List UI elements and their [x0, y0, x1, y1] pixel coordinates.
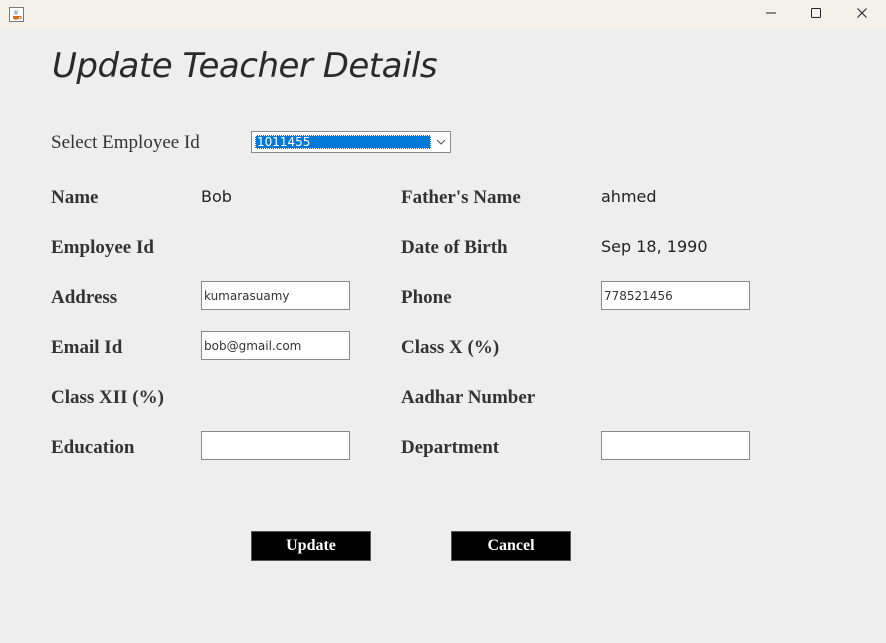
- education-input[interactable]: [201, 431, 350, 460]
- close-icon: [856, 6, 868, 24]
- phone-input[interactable]: [601, 281, 750, 310]
- maximize-button[interactable]: [793, 0, 839, 30]
- java-cup-icon: [9, 7, 24, 22]
- department-input[interactable]: [601, 431, 750, 460]
- dob-label: Date of Birth: [401, 237, 508, 258]
- dob-value: Sep 18, 1990: [601, 237, 708, 256]
- phone-label: Phone: [401, 287, 452, 308]
- aadhar-label: Aadhar Number: [401, 387, 536, 408]
- cancel-button[interactable]: Cancel: [451, 531, 571, 561]
- update-button[interactable]: Update: [251, 531, 371, 561]
- title-bar: [0, 0, 886, 30]
- name-label: Name: [51, 187, 99, 208]
- employee-id-label: Employee Id: [51, 237, 154, 258]
- address-input[interactable]: [201, 281, 350, 310]
- employee-id-selected: 1011455: [255, 135, 431, 149]
- maximize-icon: [810, 6, 822, 24]
- class-xii-label: Class XII (%): [51, 387, 164, 408]
- close-button[interactable]: [839, 0, 885, 30]
- chevron-down-icon[interactable]: [434, 135, 448, 149]
- class-x-label: Class X (%): [401, 337, 500, 358]
- minimize-button[interactable]: [748, 0, 794, 30]
- page-title: Update Teacher Details: [52, 46, 438, 86]
- employee-id-dropdown[interactable]: 1011455: [251, 131, 451, 153]
- department-label: Department: [401, 437, 500, 458]
- address-label: Address: [51, 287, 118, 308]
- fathers-name-value: ahmed: [601, 187, 657, 206]
- minimize-icon: [765, 6, 777, 24]
- email-input[interactable]: [201, 331, 350, 360]
- select-employee-label: Select Employee Id: [51, 132, 200, 153]
- name-value: Bob: [201, 187, 232, 206]
- education-label: Education: [51, 437, 135, 458]
- email-label: Email Id: [51, 337, 123, 358]
- fathers-name-label: Father's Name: [401, 187, 521, 208]
